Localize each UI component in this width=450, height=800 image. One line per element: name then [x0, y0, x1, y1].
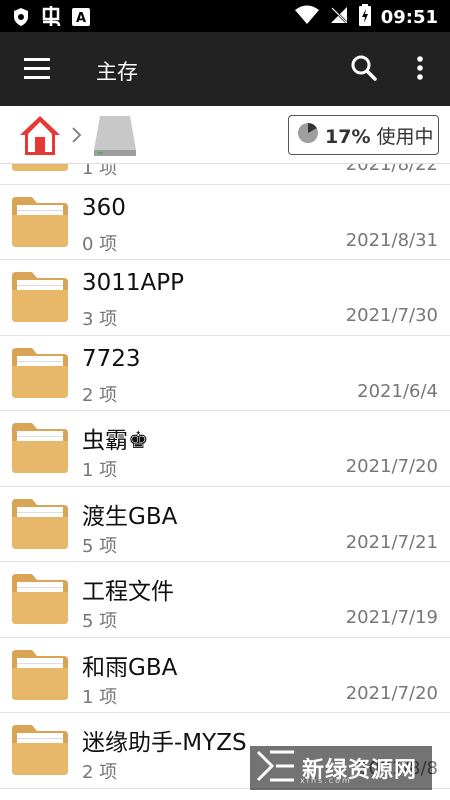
page-title: 主存 — [96, 60, 138, 84]
folder-date: 2021/7/19 — [345, 607, 438, 628]
folder-item-count: 1 项 — [82, 460, 118, 481]
folder-item-count: 3 项 — [82, 309, 118, 330]
usage-percent: 17% — [325, 125, 371, 148]
search-icon[interactable] — [350, 54, 378, 82]
folder-icon — [10, 648, 70, 702]
chevron-right-icon — [70, 124, 84, 146]
folder-name: 迷缘助手-MYZS — [82, 730, 247, 756]
more-vert-icon[interactable] — [410, 54, 430, 82]
folder-date: 2021/8/31 — [345, 229, 438, 251]
folder-icon — [10, 723, 70, 777]
folder-icon — [10, 346, 70, 400]
app-bar: 主存 — [0, 32, 450, 106]
folder-item-count: 0 项 — [82, 233, 118, 255]
folder-row[interactable]: 1 项 2021/8/22 — [0, 164, 450, 185]
folder-row[interactable]: 和雨GBA 1 项 2021/7/20 — [0, 638, 450, 713]
folder-date: 2021/7/21 — [345, 531, 438, 553]
folder-item-count: 1 项 — [82, 164, 118, 179]
folder-date: 2021/7/30 — [345, 305, 438, 326]
bug-app-icon — [40, 6, 62, 32]
folder-row[interactable]: 360 0 项 2021/8/31 — [0, 185, 450, 260]
folder-item-count: 2 项 — [82, 762, 118, 783]
watermark: 新绿资源网 xlhs.com — [250, 746, 432, 790]
folder-date: 2021/7/20 — [345, 456, 438, 477]
folder-name: 工程文件 — [82, 579, 174, 605]
hamburger-menu-icon[interactable] — [24, 58, 50, 80]
folder-list-inner: 1 项 2021/8/22 360 0 项 2021/8/31 3011APP 3 项 202… — [0, 164, 450, 789]
folder-date: 2021/8/22 — [345, 164, 438, 175]
usage-pie-icon — [297, 122, 319, 148]
folder-item-count: 5 项 — [82, 611, 118, 632]
folder-row[interactable]: 7723 2 项 2021/6/4 — [0, 336, 450, 411]
folder-row[interactable]: 虫霸♚ 1 项 2021/7/20 — [0, 411, 450, 487]
status-left-icons: A — [12, 6, 90, 32]
shield-app-icon — [12, 7, 30, 31]
folder-date: 2021/6/4 — [357, 380, 438, 402]
folder-row[interactable]: 渡生GBA 5 项 2021/7/21 — [0, 487, 450, 562]
folder-row[interactable]: 工程文件 5 项 2021/7/19 — [0, 562, 450, 638]
wifi-icon — [294, 5, 319, 29]
a-app-icon: A — [72, 8, 90, 30]
status-time: 09:51 — [380, 6, 438, 28]
svg-text:A: A — [76, 11, 86, 26]
folder-icon — [10, 270, 70, 324]
folder-name: 360 — [82, 194, 126, 221]
folder-item-count: 1 项 — [82, 686, 118, 708]
breadcrumb: 17% 使用中 — [0, 106, 450, 164]
storage-usage-badge[interactable]: 17% 使用中 — [288, 115, 439, 155]
battery-charging-icon — [358, 4, 371, 30]
folder-list: 1 项 2021/8/22 360 0 项 2021/8/31 3011APP 3 项 202… — [0, 164, 450, 800]
internal-storage-icon[interactable] — [92, 114, 138, 158]
folder-name: 和雨GBA — [82, 654, 178, 681]
folder-row[interactable]: 3011APP 3 项 2021/7/30 — [0, 260, 450, 336]
no-sim-icon — [329, 5, 349, 29]
watermark-logo-icon — [256, 748, 296, 788]
folder-name: 3011APP — [82, 270, 185, 296]
status-bar: A 09:51 — [0, 0, 450, 32]
status-right-icons: 09:51 — [294, 4, 438, 30]
home-icon[interactable] — [18, 113, 62, 157]
watermark-sub: xlhs.com — [300, 776, 352, 785]
folder-icon — [10, 497, 70, 551]
folder-name: 7723 — [82, 345, 141, 372]
usage-text: 17% 使用中 — [325, 122, 434, 149]
folder-icon — [10, 195, 70, 249]
folder-name: 渡生GBA — [82, 503, 178, 530]
usage-suffix: 使用中 — [370, 125, 434, 148]
folder-icon — [10, 421, 70, 475]
folder-icon — [10, 164, 70, 173]
folder-item-count: 2 项 — [82, 384, 118, 406]
folder-item-count: 5 项 — [82, 535, 118, 557]
folder-icon — [10, 572, 70, 626]
folder-name: 虫霸♚ — [82, 428, 149, 454]
folder-date: 2021/7/20 — [345, 682, 438, 704]
